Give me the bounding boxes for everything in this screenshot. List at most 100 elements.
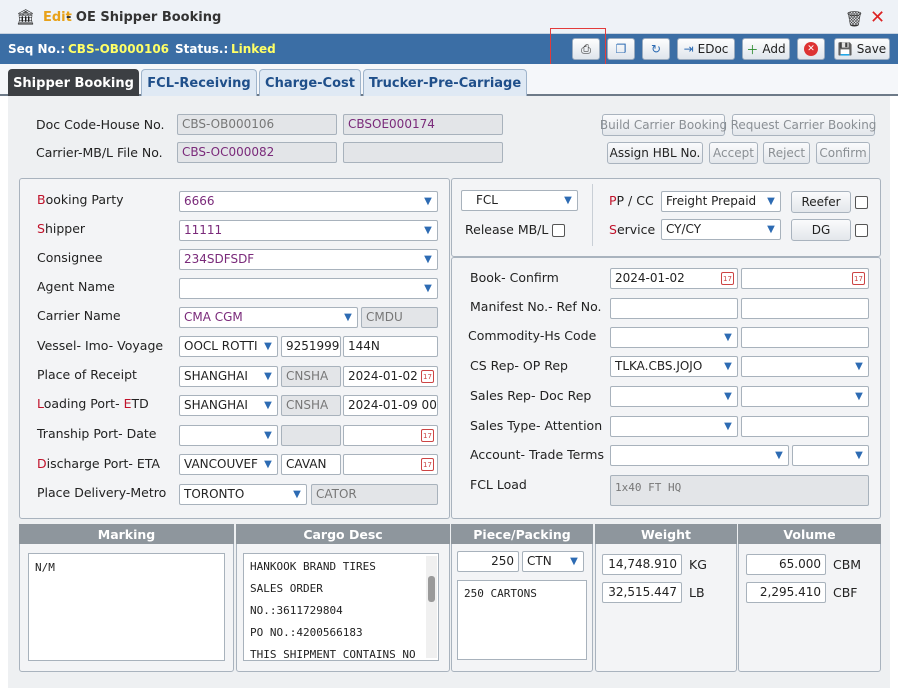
assign-hbl-button[interactable]: Assign HBL No. bbox=[607, 142, 703, 164]
cs-rep-label: CS Rep- OP Rep bbox=[470, 358, 568, 373]
loading-value: SHANGHAI bbox=[184, 398, 248, 412]
receipt-select[interactable]: SHANGHAI ▼ bbox=[179, 366, 278, 387]
agent-select[interactable]: ▼ bbox=[179, 278, 438, 299]
volume-cbm-field[interactable]: 65.000 bbox=[746, 554, 826, 575]
confirm-button[interactable]: Confirm bbox=[816, 142, 870, 164]
add-button[interactable]: ＋ Add bbox=[742, 38, 790, 60]
confirm-date-field[interactable]: 17 bbox=[741, 268, 869, 289]
dg-button[interactable]: DG bbox=[791, 219, 851, 241]
reject-button[interactable]: Reject bbox=[763, 142, 810, 164]
hs-code-field[interactable] bbox=[741, 327, 869, 348]
loading-select[interactable]: SHANGHAI ▼ bbox=[179, 395, 278, 416]
discharge-select[interactable]: VANCOUVEF ▼ bbox=[179, 454, 278, 475]
service-label: Service bbox=[609, 222, 656, 237]
ref-no-field[interactable] bbox=[741, 298, 869, 319]
tranship-label: Tranship Port- Date bbox=[37, 426, 157, 441]
weight-lb-field[interactable]: 32,515.447 bbox=[602, 582, 682, 603]
discharge-code-field[interactable]: CAVAN bbox=[281, 454, 341, 475]
calendar-icon[interactable]: 17 bbox=[852, 272, 865, 285]
request-carrier-booking-button[interactable]: Request Carrier Booking bbox=[731, 114, 876, 136]
tab-fcl-receiving[interactable]: FCL-Receiving bbox=[141, 69, 257, 96]
cs-rep-select[interactable]: TLKA.CBS.JOJO ▼ bbox=[610, 356, 738, 377]
calendar-icon[interactable]: 17 bbox=[421, 458, 434, 471]
dg-checkbox[interactable] bbox=[855, 224, 868, 237]
piece-qty-field[interactable]: 250 bbox=[457, 551, 519, 572]
chevron-down-icon: ▼ bbox=[855, 391, 863, 402]
tranship-date-field[interactable]: 17 bbox=[343, 425, 438, 446]
release-mbl-checkbox[interactable] bbox=[552, 224, 565, 237]
chevron-down-icon: ▼ bbox=[264, 371, 272, 382]
refresh-icon: ↻ bbox=[650, 42, 662, 56]
edoc-button[interactable]: ⇥ EDoc bbox=[677, 38, 735, 60]
trade-terms-select[interactable]: ▼ bbox=[792, 445, 869, 466]
voyage-field[interactable]: 144N bbox=[343, 336, 438, 357]
calendar-icon[interactable]: 17 bbox=[421, 429, 434, 442]
status-label: Status.: bbox=[175, 42, 229, 56]
delete-button[interactable]: ✕ bbox=[797, 38, 825, 60]
etd-field[interactable]: 2024-01-09 00:0 bbox=[343, 395, 438, 416]
load-type-select[interactable]: FCL ▼ bbox=[461, 190, 578, 211]
delivery-select[interactable]: TORONTO ▼ bbox=[179, 484, 307, 505]
imo-field[interactable]: 9251999 bbox=[281, 336, 341, 357]
carrier-code-field: CMDU bbox=[361, 307, 438, 328]
add-icon: ＋ bbox=[746, 42, 759, 57]
chevron-down-icon: ▼ bbox=[724, 391, 732, 402]
cargo-line: PO NO.:4200566183 bbox=[250, 626, 363, 639]
receipt-date-field[interactable]: 2024-01-02 17 bbox=[343, 366, 438, 387]
consignee-select[interactable]: 234SDFSDF ▼ bbox=[179, 249, 438, 270]
tranship-select[interactable]: ▼ bbox=[179, 425, 278, 446]
booking-party-select[interactable]: 6666 ▼ bbox=[179, 191, 438, 212]
fcl-load-label: FCL Load bbox=[470, 477, 527, 492]
shipper-select[interactable]: 11111 ▼ bbox=[179, 220, 438, 241]
chevron-down-icon: ▼ bbox=[564, 195, 572, 206]
tab-shipper-booking[interactable]: Shipper Booking bbox=[8, 69, 139, 96]
attention-field[interactable] bbox=[741, 416, 869, 437]
seq-label: Seq No.: bbox=[8, 42, 66, 56]
trash-icon[interactable]: 🗑 bbox=[845, 10, 864, 28]
cargo-line: NO.:3611729804 bbox=[250, 604, 343, 617]
account-label: Account- Trade Terms bbox=[470, 447, 604, 462]
add-label: Add bbox=[762, 42, 786, 56]
commodity-select[interactable]: ▼ bbox=[610, 327, 738, 348]
calendar-icon[interactable]: 17 bbox=[421, 370, 434, 383]
refresh-button[interactable]: ↻ bbox=[642, 38, 670, 60]
book-date-field[interactable]: 2024-01-02 17 bbox=[610, 268, 738, 289]
eta-field[interactable]: 17 bbox=[343, 454, 438, 475]
marking-textarea[interactable]: N/M bbox=[28, 553, 225, 661]
ppcc-select[interactable]: Freight Prepaid ▼ bbox=[661, 191, 781, 212]
discharge-value: VANCOUVEF bbox=[184, 457, 258, 471]
volume-cbf-field[interactable]: 2,295.410 bbox=[746, 582, 826, 603]
cargo-textarea[interactable]: HANKOOK BRAND TIRES SALES ORDER NO.:3611… bbox=[243, 553, 439, 661]
reefer-checkbox[interactable] bbox=[855, 196, 868, 209]
save-button[interactable]: 💾 Save bbox=[834, 38, 890, 60]
op-rep-select[interactable]: ▼ bbox=[741, 356, 869, 377]
calendar-icon[interactable]: 17 bbox=[721, 272, 734, 285]
manifest-no-field[interactable] bbox=[610, 298, 738, 319]
accept-button[interactable]: Accept bbox=[709, 142, 758, 164]
cargo-scrollbar[interactable] bbox=[426, 556, 437, 658]
chevron-down-icon: ▼ bbox=[264, 400, 272, 411]
reefer-button[interactable]: Reefer bbox=[791, 191, 851, 213]
cargo-scrollbar-thumb[interactable] bbox=[428, 576, 435, 602]
copy-button[interactable]: ❐ bbox=[607, 38, 635, 60]
carrier-select[interactable]: CMA CGM ▼ bbox=[179, 307, 358, 328]
chevron-down-icon: ▼ bbox=[344, 312, 352, 323]
doc-rep-select[interactable]: ▼ bbox=[741, 386, 869, 407]
vessel-select[interactable]: OOCL ROTTI ▼ bbox=[179, 336, 278, 357]
service-select[interactable]: CY/CY ▼ bbox=[661, 219, 781, 240]
piece-textarea[interactable]: 250 CARTONS bbox=[457, 580, 587, 660]
close-icon[interactable]: ✕ bbox=[870, 7, 885, 28]
sales-rep-select[interactable]: ▼ bbox=[610, 386, 738, 407]
account-select[interactable]: ▼ bbox=[610, 445, 789, 466]
tab-trucker-pre-carriage[interactable]: Trucker-Pre-Carriage bbox=[363, 69, 527, 96]
piece-unit-select[interactable]: CTN ▼ bbox=[522, 551, 584, 572]
sales-rep-label: Sales Rep- Doc Rep bbox=[470, 388, 592, 403]
vessel-label: Vessel- Imo- Voyage bbox=[37, 338, 164, 353]
seq-bar: Seq No.: CBS-OB000106 Status.: Linked ⎙ … bbox=[0, 34, 898, 64]
sales-type-select[interactable]: ▼ bbox=[610, 416, 738, 437]
weight-kg-field[interactable]: 14,748.910 bbox=[602, 554, 682, 575]
build-carrier-booking-button[interactable]: Build Carrier Booking bbox=[600, 114, 727, 136]
tab-charge-cost[interactable]: Charge-Cost bbox=[259, 69, 361, 96]
chevron-down-icon: ▼ bbox=[724, 332, 732, 343]
doc-code-label: Doc Code-House No. bbox=[36, 117, 165, 132]
